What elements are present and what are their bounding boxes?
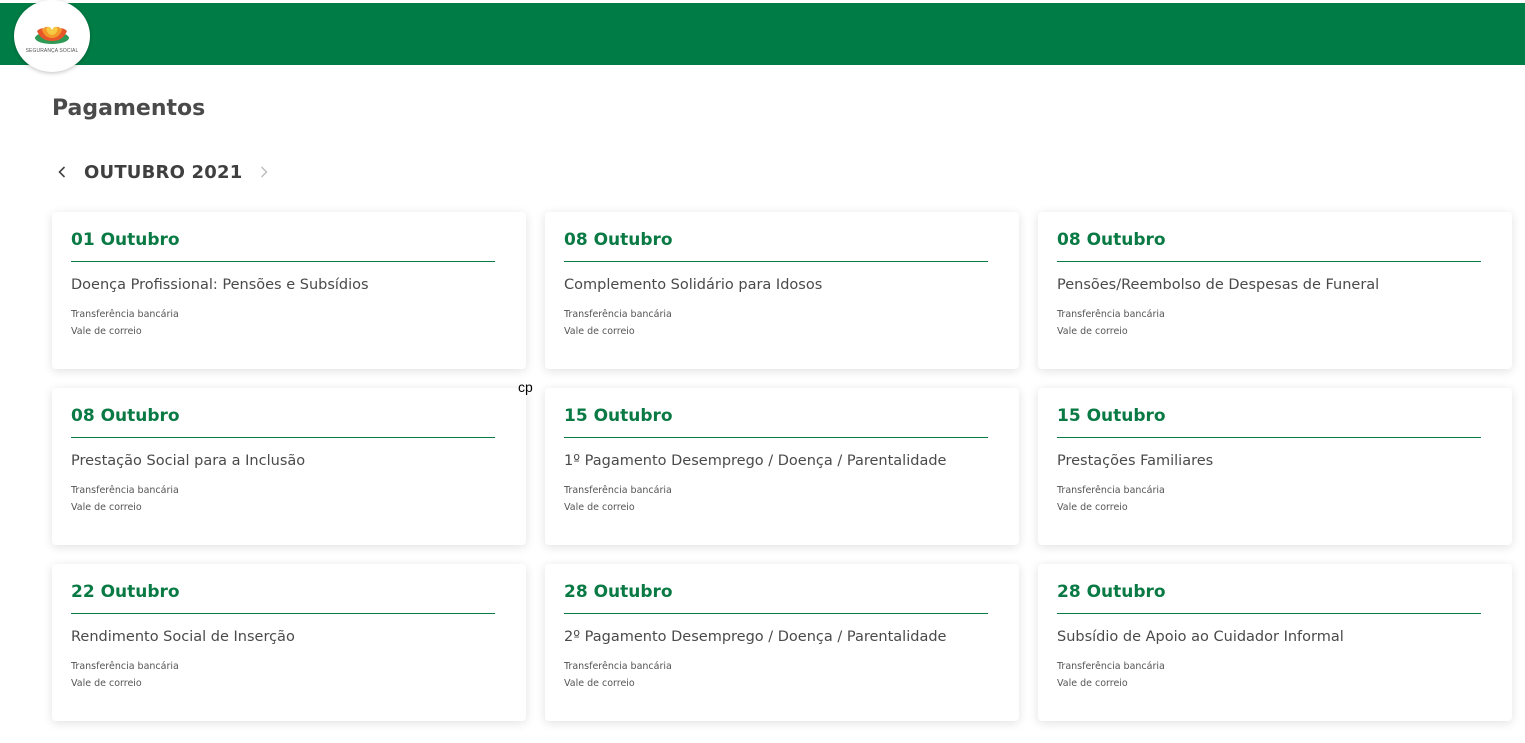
payment-method: Transferência bancária xyxy=(71,309,179,320)
card-methods: Transferência bancária Vale de correio xyxy=(1057,306,1481,340)
card-methods: Transferência bancária Vale de correio xyxy=(71,658,495,692)
card-date: 28 Outubro xyxy=(564,564,988,614)
card-title: Pensões/Reembolso de Despesas de Funeral xyxy=(1057,277,1380,293)
card-title: Subsídio de Apoio ao Cuidador Informal xyxy=(1057,629,1344,645)
card-date: 28 Outubro xyxy=(1057,564,1481,614)
card-methods: Transferência bancária Vale de correio xyxy=(1057,482,1481,516)
page: SEGURANÇA SOCIAL Pagamentos OUTUBRO 2021… xyxy=(0,0,1525,743)
page-title: Pagamentos xyxy=(52,96,206,121)
payment-card[interactable]: 08 Outubro Prestação Social para a Inclu… xyxy=(52,388,526,545)
payment-method: Transferência bancária xyxy=(1057,309,1165,320)
payment-method: Vale de correio xyxy=(1057,678,1128,689)
seguranca-social-logo[interactable]: SEGURANÇA SOCIAL xyxy=(14,0,90,72)
card-methods: Transferência bancária Vale de correio xyxy=(71,482,495,516)
payment-method: Transferência bancária xyxy=(564,485,672,496)
chevron-right-icon xyxy=(261,166,268,178)
flower-logo-icon xyxy=(35,26,69,44)
card-title: Rendimento Social de Inserção xyxy=(71,629,295,645)
card-date: 22 Outubro xyxy=(71,564,495,614)
card-title: Complemento Solidário para Idosos xyxy=(564,277,823,293)
card-methods: Transferência bancária Vale de correio xyxy=(564,482,988,516)
card-methods: Transferência bancária Vale de correio xyxy=(1057,658,1481,692)
payment-card[interactable]: 08 Outubro Complemento Solidário para Id… xyxy=(545,212,1019,369)
payments-grid: 01 Outubro Doença Profissional: Pensões … xyxy=(52,212,1512,721)
card-methods: Transferência bancária Vale de correio xyxy=(564,306,988,340)
payment-method: Vale de correio xyxy=(564,326,635,337)
payment-card[interactable]: 28 Outubro Subsídio de Apoio ao Cuidador… xyxy=(1038,564,1512,721)
payment-card[interactable]: 15 Outubro Prestações Familiares Transfe… xyxy=(1038,388,1512,545)
card-methods: Transferência bancária Vale de correio xyxy=(564,658,988,692)
payment-method: Transferência bancária xyxy=(71,485,179,496)
logo-text: SEGURANÇA SOCIAL xyxy=(25,47,79,54)
payment-method: Vale de correio xyxy=(564,678,635,689)
prev-month-button[interactable] xyxy=(52,158,72,186)
payment-card[interactable]: 08 Outubro Pensões/Reembolso de Despesas… xyxy=(1038,212,1512,369)
payment-method: Vale de correio xyxy=(1057,326,1128,337)
card-date: 08 Outubro xyxy=(564,212,988,262)
payment-method: Transferência bancária xyxy=(564,309,672,320)
payment-method: Vale de correio xyxy=(71,326,142,337)
card-title: 2º Pagamento Desemprego / Doença / Paren… xyxy=(564,629,947,645)
card-title: Prestação Social para a Inclusão xyxy=(71,453,306,469)
payment-method: Transferência bancária xyxy=(71,661,179,672)
card-date: 01 Outubro xyxy=(71,212,495,262)
card-methods: Transferência bancária Vale de correio xyxy=(71,306,495,340)
stray-text: cp xyxy=(518,379,533,395)
payment-method: Transferência bancária xyxy=(564,661,672,672)
card-title: Doença Profissional: Pensões e Subsídios xyxy=(71,277,369,293)
card-date: 15 Outubro xyxy=(1057,388,1481,438)
card-date: 08 Outubro xyxy=(71,388,495,438)
payment-method: Vale de correio xyxy=(71,502,142,513)
card-title: Prestações Familiares xyxy=(1057,453,1214,469)
month-navigation: OUTUBRO 2021 xyxy=(52,158,274,186)
payment-card[interactable]: 01 Outubro Doença Profissional: Pensões … xyxy=(52,212,526,369)
payment-method: Vale de correio xyxy=(71,678,142,689)
payment-method: Transferência bancária xyxy=(1057,661,1165,672)
chevron-left-icon xyxy=(58,166,66,178)
payment-method: Vale de correio xyxy=(1057,502,1128,513)
payment-method: Vale de correio xyxy=(564,502,635,513)
card-date: 15 Outubro xyxy=(564,388,988,438)
payment-card[interactable]: 15 Outubro 1º Pagamento Desemprego / Doe… xyxy=(545,388,1019,545)
month-label: OUTUBRO 2021 xyxy=(84,161,243,183)
payment-method: Transferência bancária xyxy=(1057,485,1165,496)
payment-card[interactable]: 28 Outubro 2º Pagamento Desemprego / Doe… xyxy=(545,564,1019,721)
payment-card[interactable]: 22 Outubro Rendimento Social de Inserção… xyxy=(52,564,526,721)
card-date: 08 Outubro xyxy=(1057,212,1481,262)
header-bar xyxy=(0,3,1525,65)
card-title: 1º Pagamento Desemprego / Doença / Paren… xyxy=(564,453,947,469)
next-month-button[interactable] xyxy=(254,158,274,186)
